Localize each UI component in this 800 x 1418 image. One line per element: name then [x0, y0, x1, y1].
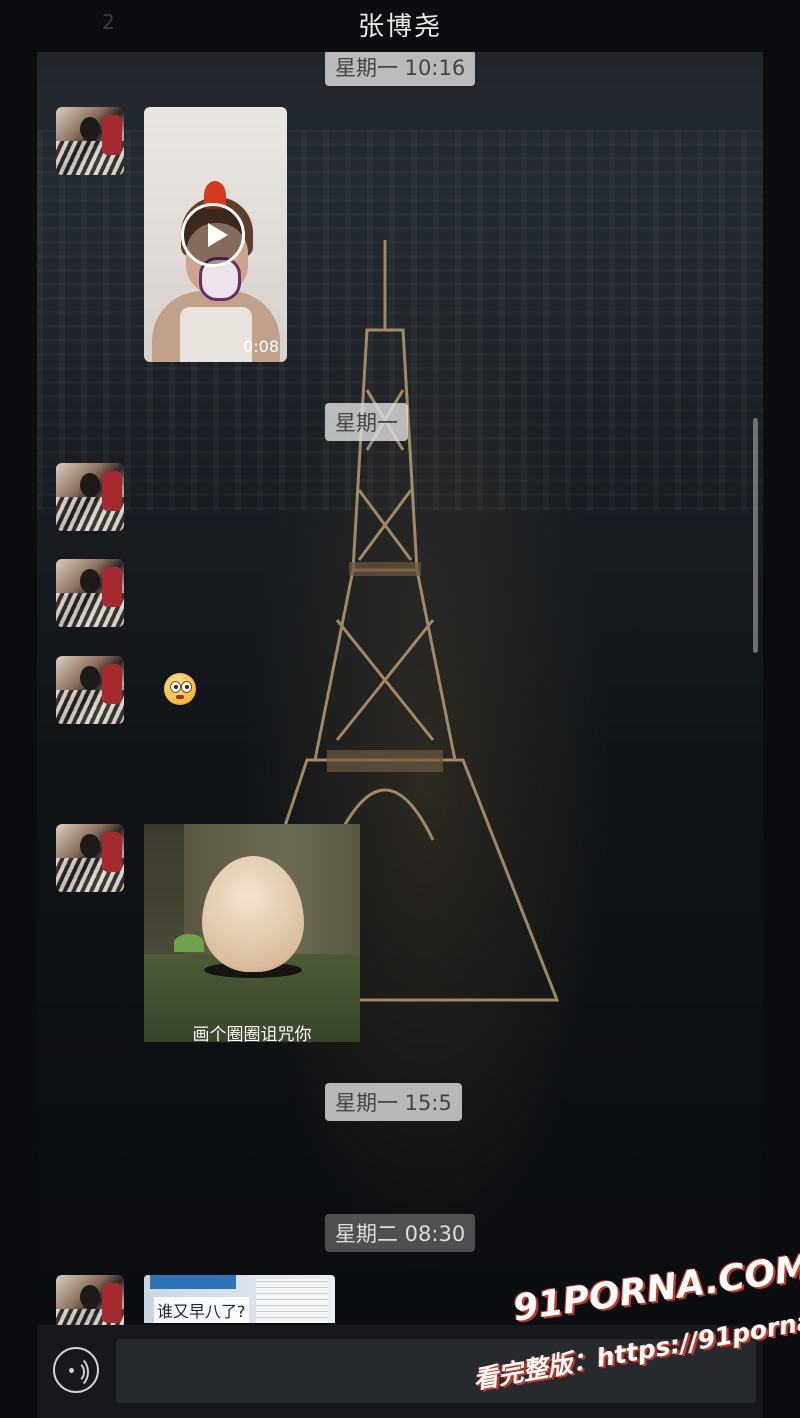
- avatar[interactable]: [56, 824, 124, 892]
- avatar[interactable]: [56, 463, 124, 531]
- sticker-message[interactable]: 画个圈圈诅咒你: [144, 824, 360, 1042]
- flushed-face-icon[interactable]: [164, 673, 196, 705]
- chat-title: 张博尧: [357, 12, 442, 42]
- scrollbar[interactable]: [753, 418, 758, 653]
- timestamp: 星期二 08:30: [325, 1214, 476, 1252]
- image-message[interactable]: 谁又早八了?: [144, 1275, 335, 1323]
- image-preview-text: 谁又早八了?: [154, 1297, 249, 1323]
- avatar[interactable]: [56, 107, 124, 175]
- avatar[interactable]: [56, 656, 124, 724]
- video-duration: 0:08: [243, 337, 279, 356]
- voice-input-icon[interactable]: [53, 1347, 99, 1393]
- timestamp: 星期一: [325, 403, 408, 441]
- chat-header: 2 张博尧: [0, 0, 800, 52]
- timestamp: 星期一 10:16: [325, 50, 476, 86]
- timestamp: 星期一 15:5: [325, 1083, 462, 1121]
- video-message[interactable]: 0:08: [144, 107, 287, 362]
- avatar[interactable]: [56, 559, 124, 627]
- play-icon[interactable]: [181, 203, 245, 267]
- sticker-caption: 画个圈圈诅咒你: [192, 1025, 312, 1042]
